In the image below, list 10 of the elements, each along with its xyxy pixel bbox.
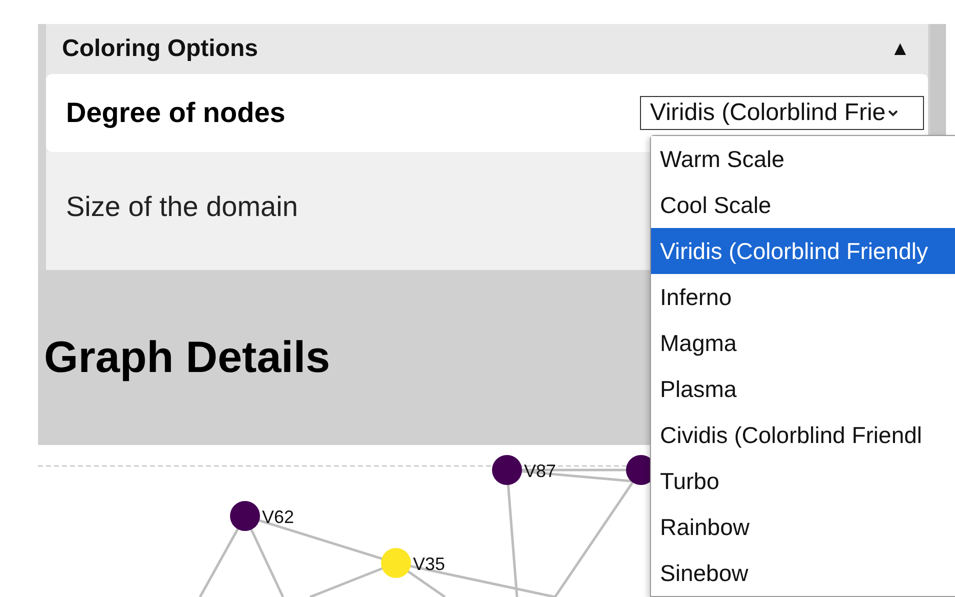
row-label: Degree of nodes bbox=[66, 97, 286, 129]
row-label: Size of the domain bbox=[66, 191, 298, 223]
section-heading: Graph Details bbox=[44, 332, 330, 382]
dropdown-option[interactable]: Sinebow bbox=[651, 550, 955, 596]
collapse-toggle[interactable]: ▲ bbox=[890, 38, 910, 60]
caret-icon bbox=[888, 109, 898, 117]
panel-title: Coloring Options bbox=[62, 35, 258, 63]
dropdown-option[interactable]: Viridis (Colorblind Friendly bbox=[651, 228, 955, 274]
color-scale-select[interactable]: Viridis (Colorblind Frie bbox=[640, 96, 924, 130]
dropdown-option[interactable]: Warm Scale bbox=[651, 136, 955, 182]
